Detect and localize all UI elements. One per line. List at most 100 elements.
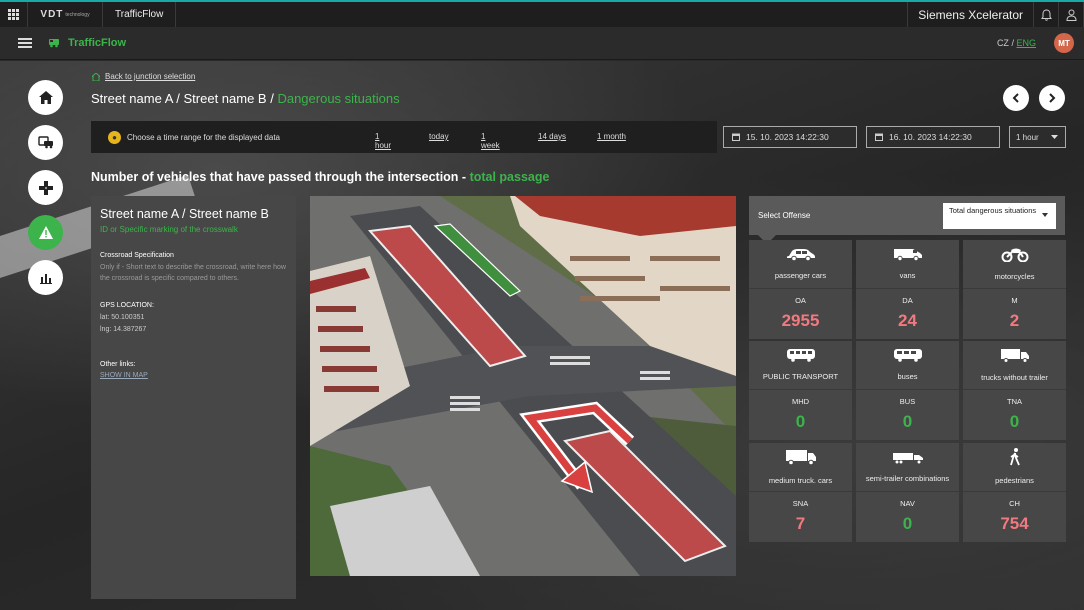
vehicle-tile-nav[interactable]: semi-trailer combinations NAV 0 <box>856 443 959 542</box>
chevron-right-icon <box>1049 93 1056 103</box>
app-title: TrafficFlow <box>48 37 126 49</box>
tram-icon <box>786 348 816 367</box>
range-1-week[interactable]: 1 week <box>481 132 500 150</box>
home-small-icon <box>92 72 100 81</box>
dangerous-situations-nav-button[interactable] <box>28 215 63 250</box>
junction-icon <box>38 180 53 195</box>
car-icon <box>786 248 816 266</box>
offense-selected-value: Total dangerous situations <box>949 206 1037 215</box>
tile-label: passenger cars <box>774 270 827 280</box>
menu-icon[interactable] <box>18 36 32 50</box>
section-title-highlight: total passage <box>469 170 550 184</box>
vehicle-tile-mhd[interactable]: PUBLIC TRANSPORT MHD 0 <box>749 341 852 440</box>
date-from-input[interactable]: 15. 10. 2023 14:22:30 <box>723 126 857 148</box>
tile-header: trucks without trailer <box>963 341 1066 390</box>
tile-code: MHD <box>791 397 810 406</box>
offense-select[interactable]: Total dangerous situations <box>943 203 1056 229</box>
time-range-bar: ● Choose a time range for the displayed … <box>91 121 717 153</box>
interval-select[interactable]: 1 hour <box>1009 126 1066 148</box>
vehicle-tile-ch[interactable]: pedestrians CH 754 <box>963 443 1066 542</box>
date-from-value: 15. 10. 2023 14:22:30 <box>746 132 829 142</box>
tile-label: buses <box>897 372 918 382</box>
range-14-days[interactable]: 14 days <box>538 132 566 141</box>
caret-down-icon <box>1050 135 1058 139</box>
pedestrian-icon <box>1009 448 1021 471</box>
tile-code: NAV <box>900 499 915 508</box>
truck-icon <box>1000 348 1030 368</box>
vehicles-nav-button[interactable] <box>28 125 63 160</box>
crossroad-info-card: Street name A / Street name B ID or Spec… <box>91 196 296 599</box>
gps-lng: lng: 14.387267 <box>100 325 147 333</box>
tile-code: DA <box>902 296 913 305</box>
gps-label: GPS LOCATION: <box>100 302 154 309</box>
tile-header: passenger cars <box>749 240 852 289</box>
bar-chart-icon <box>39 273 52 284</box>
motorcycle-icon <box>1001 246 1029 267</box>
tile-header: motorcycles <box>963 240 1066 289</box>
tile-code: M <box>1011 296 1018 305</box>
range-1-hour[interactable]: 1 hour <box>375 132 391 150</box>
crossroad-title: Street name A / Street name B <box>100 207 269 221</box>
tile-label: semi-trailer combinations <box>865 473 950 483</box>
user-icon[interactable] <box>1059 2 1084 27</box>
junction-nav-button[interactable] <box>28 170 63 205</box>
tile-header: buses <box>856 341 959 390</box>
tile-value: 7 <box>795 514 806 533</box>
next-button[interactable] <box>1039 85 1065 111</box>
other-links-label: Other links: <box>100 361 136 368</box>
spec-text: Only if - Short text to describe the cro… <box>100 264 286 282</box>
bus-logo-icon <box>49 39 59 48</box>
company-name: Siemens Xcelerator <box>907 2 1034 27</box>
app-launcher-icon[interactable] <box>0 2 28 27</box>
avatar[interactable]: MT <box>1054 33 1074 53</box>
van-icon <box>893 247 923 266</box>
interval-value: 1 hour <box>1016 132 1039 142</box>
time-range-hint: Choose a time range for the displayed da… <box>127 132 280 142</box>
statistics-nav-button[interactable] <box>28 260 63 295</box>
tile-value: 0 <box>795 412 806 431</box>
tile-label: PUBLIC TRANSPORT <box>762 372 839 382</box>
tile-code: SNA <box>792 499 809 508</box>
tile-code: OA <box>795 296 806 305</box>
lang-separator: / <box>1011 38 1014 48</box>
range-today[interactable]: today <box>429 132 449 141</box>
home-nav-button[interactable] <box>28 80 63 115</box>
app-bar: TrafficFlow CZ / ENG MT <box>0 27 1084 60</box>
tile-code: CH <box>1009 499 1020 508</box>
range-1-month[interactable]: 1 month <box>597 132 626 141</box>
bus-icon <box>893 348 923 367</box>
previous-button[interactable] <box>1003 85 1029 111</box>
top-bar: VDT technology TrafficFlow Siemens Xceler… <box>0 0 1084 27</box>
lang-cz[interactable]: CZ <box>997 38 1009 48</box>
intersection-aerial-image <box>310 196 736 576</box>
language-switch: CZ / ENG <box>997 38 1036 48</box>
lang-eng[interactable]: ENG <box>1016 38 1036 48</box>
caret-down-icon <box>1042 213 1048 217</box>
tile-label: pedestrians <box>995 476 1034 486</box>
bell-icon[interactable] <box>1034 2 1059 27</box>
tile-value: 24 <box>898 311 917 330</box>
logo-text: VDT <box>40 9 64 20</box>
vehicle-tile-sna[interactable]: medium truck. cars SNA 7 <box>749 443 852 542</box>
vehicles-icon <box>37 136 53 149</box>
vehicle-tile-tna[interactable]: trucks without trailer TNA 0 <box>963 341 1066 440</box>
tile-code: BUS <box>899 397 916 406</box>
offense-label: Select Offense <box>758 211 811 220</box>
tile-label: trucks without trailer <box>981 372 1048 382</box>
date-to-input[interactable]: 16. 10. 2023 14:22:30 <box>866 126 1000 148</box>
vehicle-tile-bus[interactable]: buses BUS 0 <box>856 341 959 440</box>
tile-label: vans <box>899 271 916 281</box>
show-in-map-link[interactable]: SHOW IN MAP <box>100 372 287 379</box>
vdt-logo: VDT technology <box>28 2 103 27</box>
vehicle-tile-da[interactable]: vans DA 24 <box>856 240 959 339</box>
semi-trailer-icon <box>892 451 924 469</box>
medium-truck-icon <box>785 449 817 471</box>
page-title: Street name A / Street name B / Dangerou… <box>91 91 400 106</box>
app-tab[interactable]: TrafficFlow <box>103 2 177 27</box>
tile-header: pedestrians <box>963 443 1066 492</box>
back-to-junctions-link[interactable]: Back to junction selection <box>92 72 195 81</box>
vehicle-tile-oa[interactable]: passenger cars OA 2955 <box>749 240 852 339</box>
vehicle-tile-m[interactable]: motorcycles M 2 <box>963 240 1066 339</box>
chevron-left-icon <box>1012 93 1019 103</box>
side-nav <box>28 80 63 295</box>
